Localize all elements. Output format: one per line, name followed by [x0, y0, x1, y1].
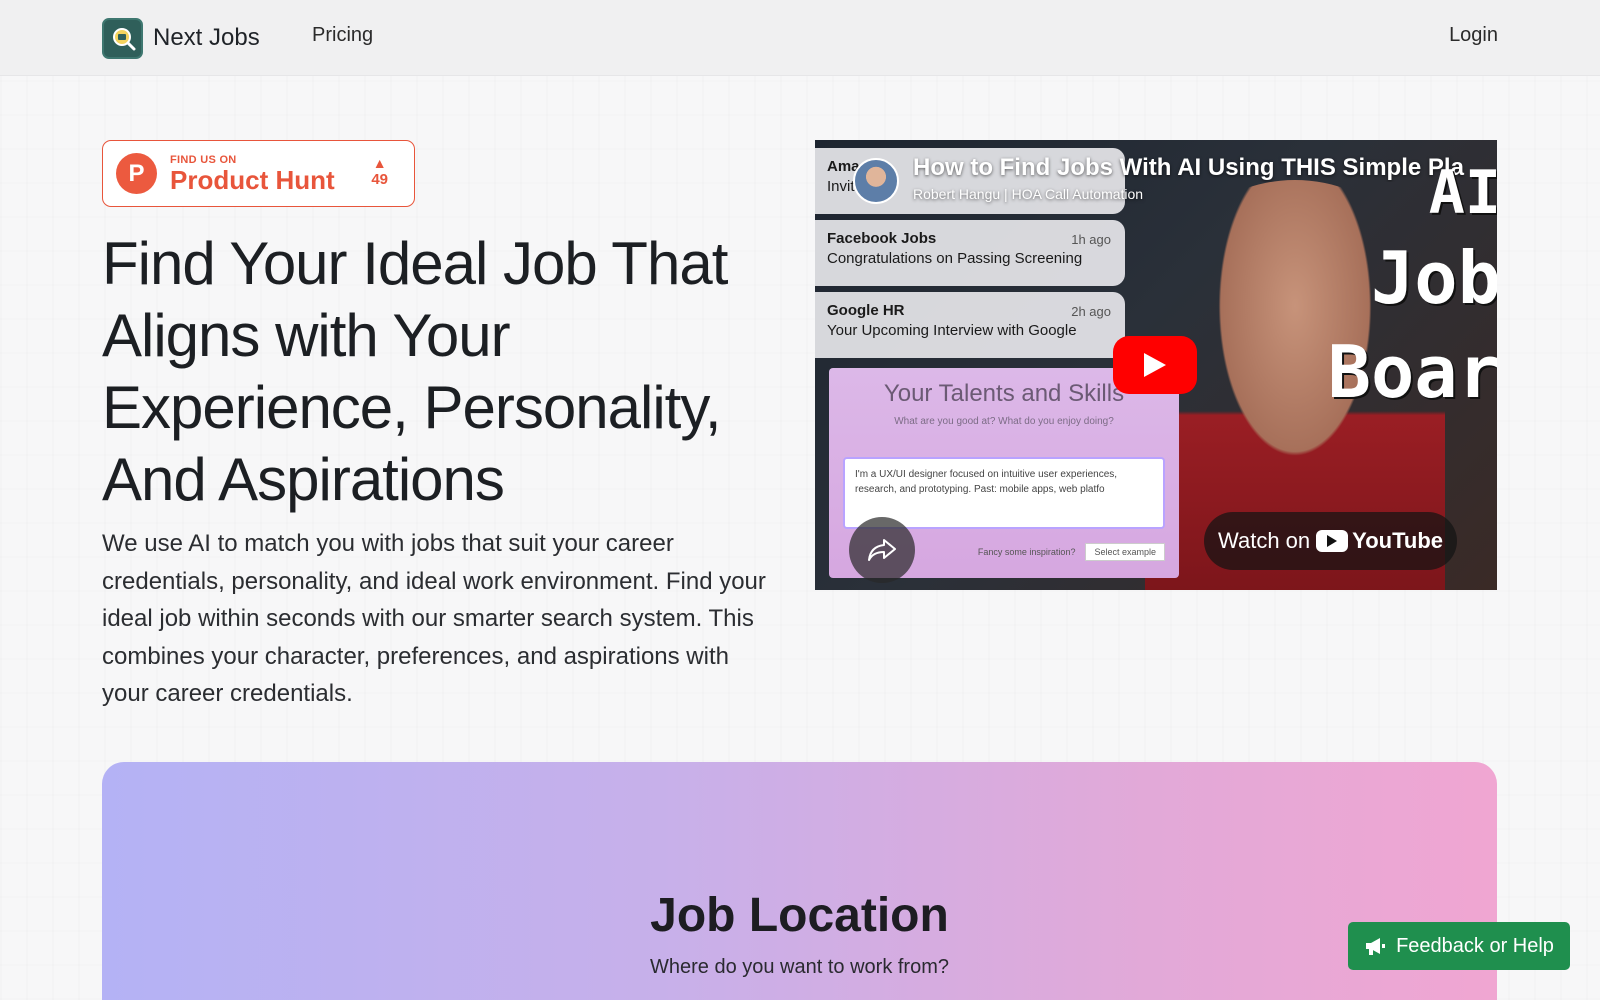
hero-title: Find Your Ideal Job That Aligns with You…: [102, 230, 728, 513]
notification-card: Facebook Jobs 1h ago Congratulations on …: [815, 220, 1125, 286]
job-location-section: Job Location Where do you want to work f…: [102, 762, 1497, 1000]
brand-name: Next Jobs: [153, 24, 260, 51]
product-hunt-text: FIND US ON Product Hunt: [170, 154, 335, 194]
notification-time: 2h ago: [1071, 304, 1111, 319]
triangle-up-icon: ▲: [372, 155, 387, 171]
notification-title: Facebook Jobs: [827, 230, 937, 247]
product-hunt-vote-count: 49: [371, 171, 388, 188]
video-overlay-word: Boar: [1327, 330, 1497, 414]
product-hunt-small-text: FIND US ON: [170, 153, 237, 166]
job-location-subtitle: Where do you want to work from?: [649, 956, 949, 978]
play-button[interactable]: [1113, 336, 1197, 394]
job-location-title: Job Location: [650, 889, 949, 942]
hero-description: We use AI to match you with jobs that su…: [102, 530, 766, 707]
youtube-logo: YouTube: [1316, 528, 1443, 554]
notification-body: Congratulations on Passing Screening: [827, 250, 1083, 267]
briefcase-search-icon: [102, 17, 143, 59]
top-navbar: Next Jobs Pricing Login: [0, 0, 1600, 76]
talents-subtitle: What are you good at? What do you enjoy …: [894, 416, 1114, 427]
video-channel[interactable]: Robert Hangu | HOA Call Automation: [913, 186, 1143, 202]
product-hunt-big-text: Product Hunt: [170, 164, 335, 195]
feedback-help-button[interactable]: Feedback or Help: [1348, 922, 1570, 970]
notification-time: 1h ago: [1071, 232, 1111, 247]
talents-inspiration: Fancy some inspiration?: [977, 547, 1076, 557]
channel-avatar[interactable]: [853, 158, 899, 204]
watch-on-label: Watch on: [1218, 528, 1311, 553]
play-icon: [1144, 353, 1166, 377]
product-hunt-badge[interactable]: P FIND US ON Product Hunt ▲ 49: [102, 140, 415, 207]
megaphone-icon: [1366, 938, 1386, 955]
nav-login-link[interactable]: Login: [1449, 24, 1498, 47]
feedback-label: Feedback or Help: [1396, 934, 1554, 957]
notification-title: Google HR: [827, 302, 905, 319]
product-hunt-votes: ▲ 49: [371, 155, 388, 188]
youtube-wordmark: YouTube: [1352, 528, 1443, 553]
share-button[interactable]: [849, 517, 915, 583]
talents-select: Select example: [1085, 543, 1165, 561]
youtube-video-embed[interactable]: Ama Invit Facebook Jobs 1h ago Congratul…: [815, 140, 1497, 590]
nav-pricing-link[interactable]: Pricing: [312, 24, 373, 47]
youtube-play-icon: [1316, 530, 1349, 552]
video-overlay-word: AI: [1428, 158, 1497, 228]
video-overlay-word: Job: [1370, 236, 1497, 320]
brand-link[interactable]: Next Jobs: [102, 17, 260, 59]
notification-body: Your Upcoming Interview with Google: [827, 322, 1077, 339]
watch-on-youtube-button[interactable]: Watch on YouTube: [1204, 512, 1457, 570]
share-arrow-icon: [868, 539, 896, 561]
video-title[interactable]: How to Find Jobs With AI Using THIS Simp…: [913, 154, 1473, 182]
product-hunt-logo-icon: P: [116, 153, 157, 194]
notification-card: Google HR 2h ago Your Upcoming Interview…: [815, 292, 1125, 358]
